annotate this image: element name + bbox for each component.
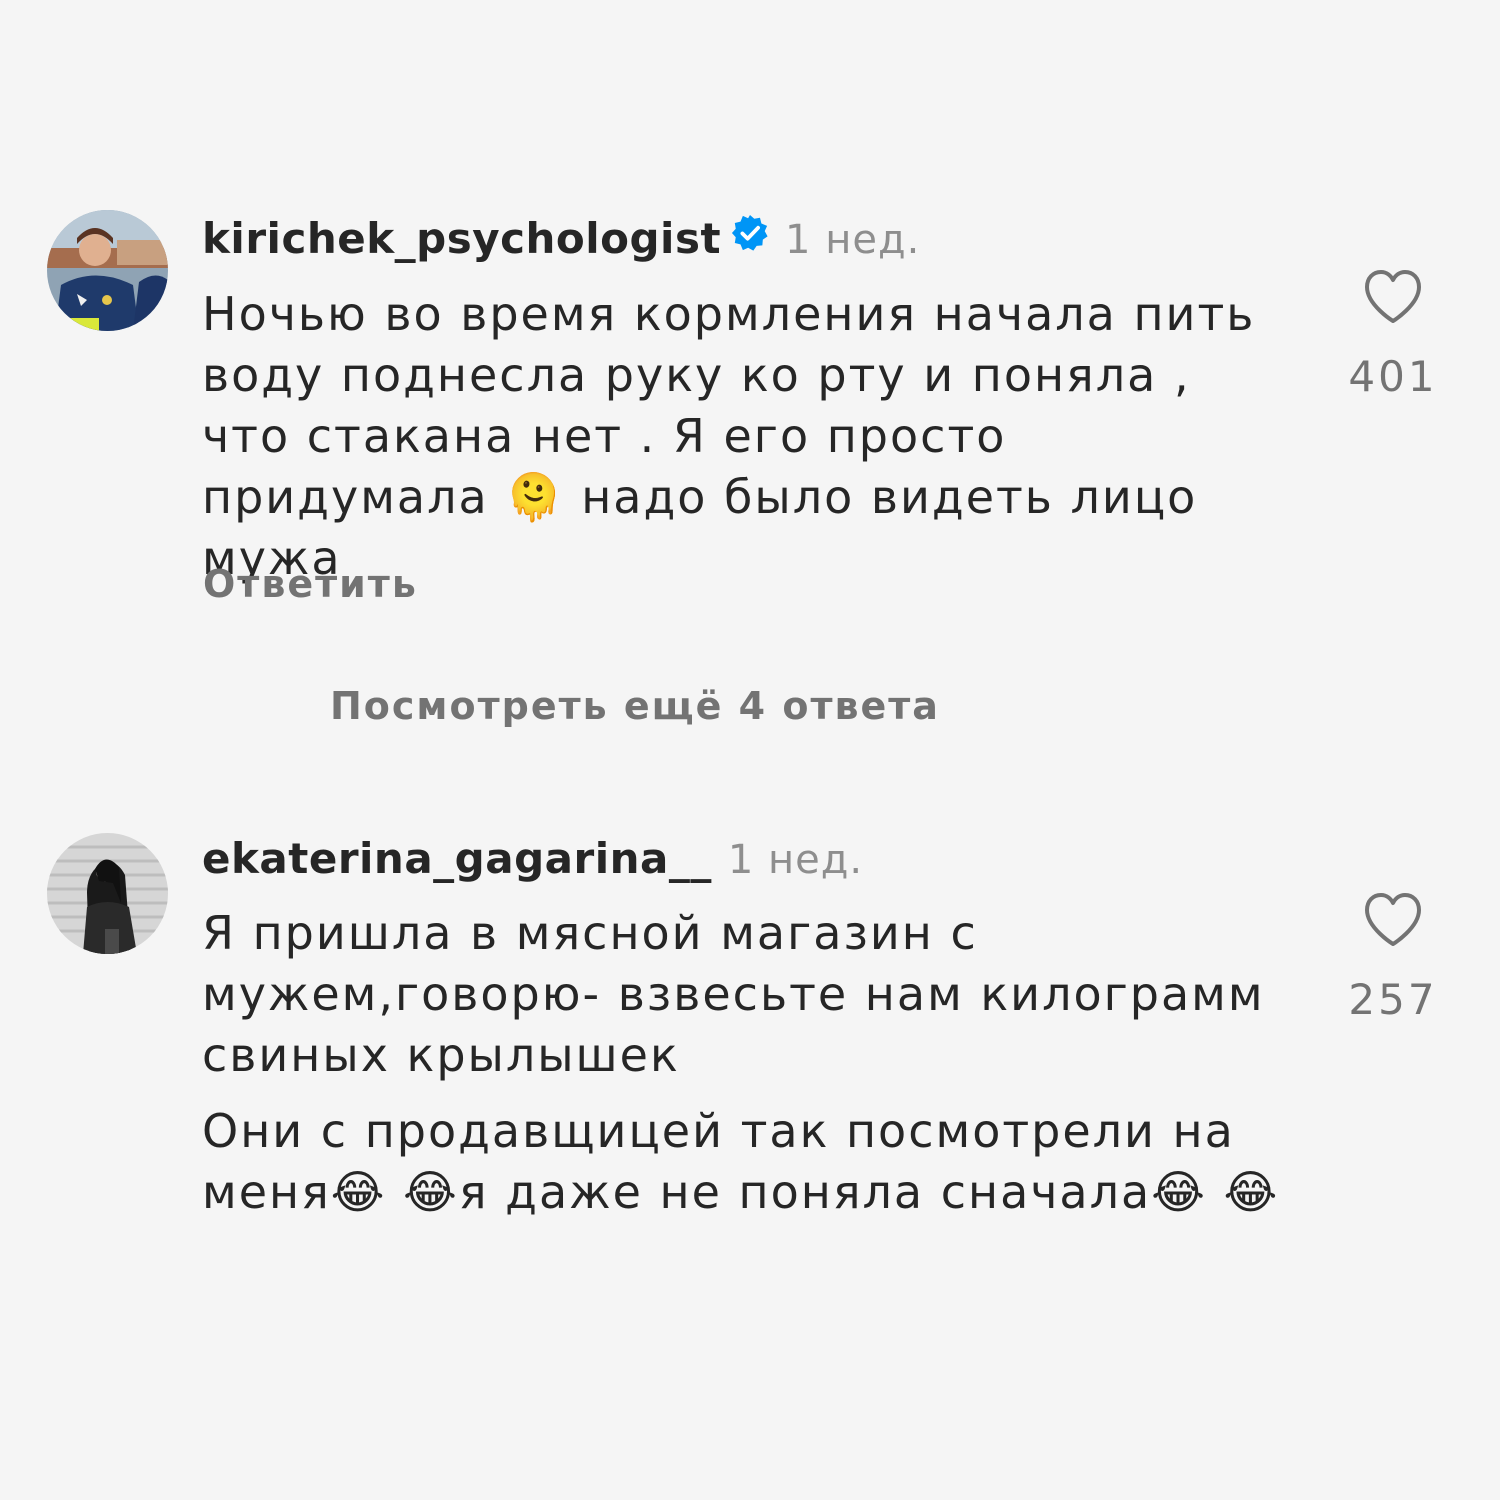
username[interactable]: kirichek_psychologist [202,214,721,263]
comment-paragraph: Я пришла в мясной магазин с мужем,говорю… [202,906,1265,1082]
avatar-photo-icon [47,210,168,331]
comment-header: kirichek_psychologist 1 нед. [202,213,920,268]
like-count: 401 [1348,352,1438,401]
timestamp: 1 нед. [785,217,921,263]
view-more-replies-button[interactable]: Посмотреть ещё 4 ответа [330,684,940,728]
like-count: 257 [1348,975,1438,1024]
like-control: 257 [1338,891,1448,1024]
username[interactable]: ekaterina_gagarina__ [202,834,712,883]
timestamp: 1 нед. [727,837,864,883]
avatar-photo-icon [47,833,168,954]
avatar[interactable] [47,210,168,331]
heart-icon[interactable] [1362,893,1424,953]
comment-paragraph: Они с продавщицей так посмотрели на меня… [202,1104,1280,1219]
comment-header: ekaterina_gagarina__ 1 нед. [202,833,863,886]
comment-text: Ночью во время кормления начала пить вод… [202,284,1287,589]
verified-badge-icon [731,212,769,264]
reply-button[interactable]: Ответить [203,562,418,606]
like-control: 401 [1338,268,1448,401]
heart-icon[interactable] [1362,270,1424,330]
comment-paragraph: Ночью во время кормления начала пить вод… [202,287,1256,585]
avatar[interactable] [47,833,168,954]
comment-text: Я пришла в мясной магазин с мужем,говорю… [202,903,1287,1223]
